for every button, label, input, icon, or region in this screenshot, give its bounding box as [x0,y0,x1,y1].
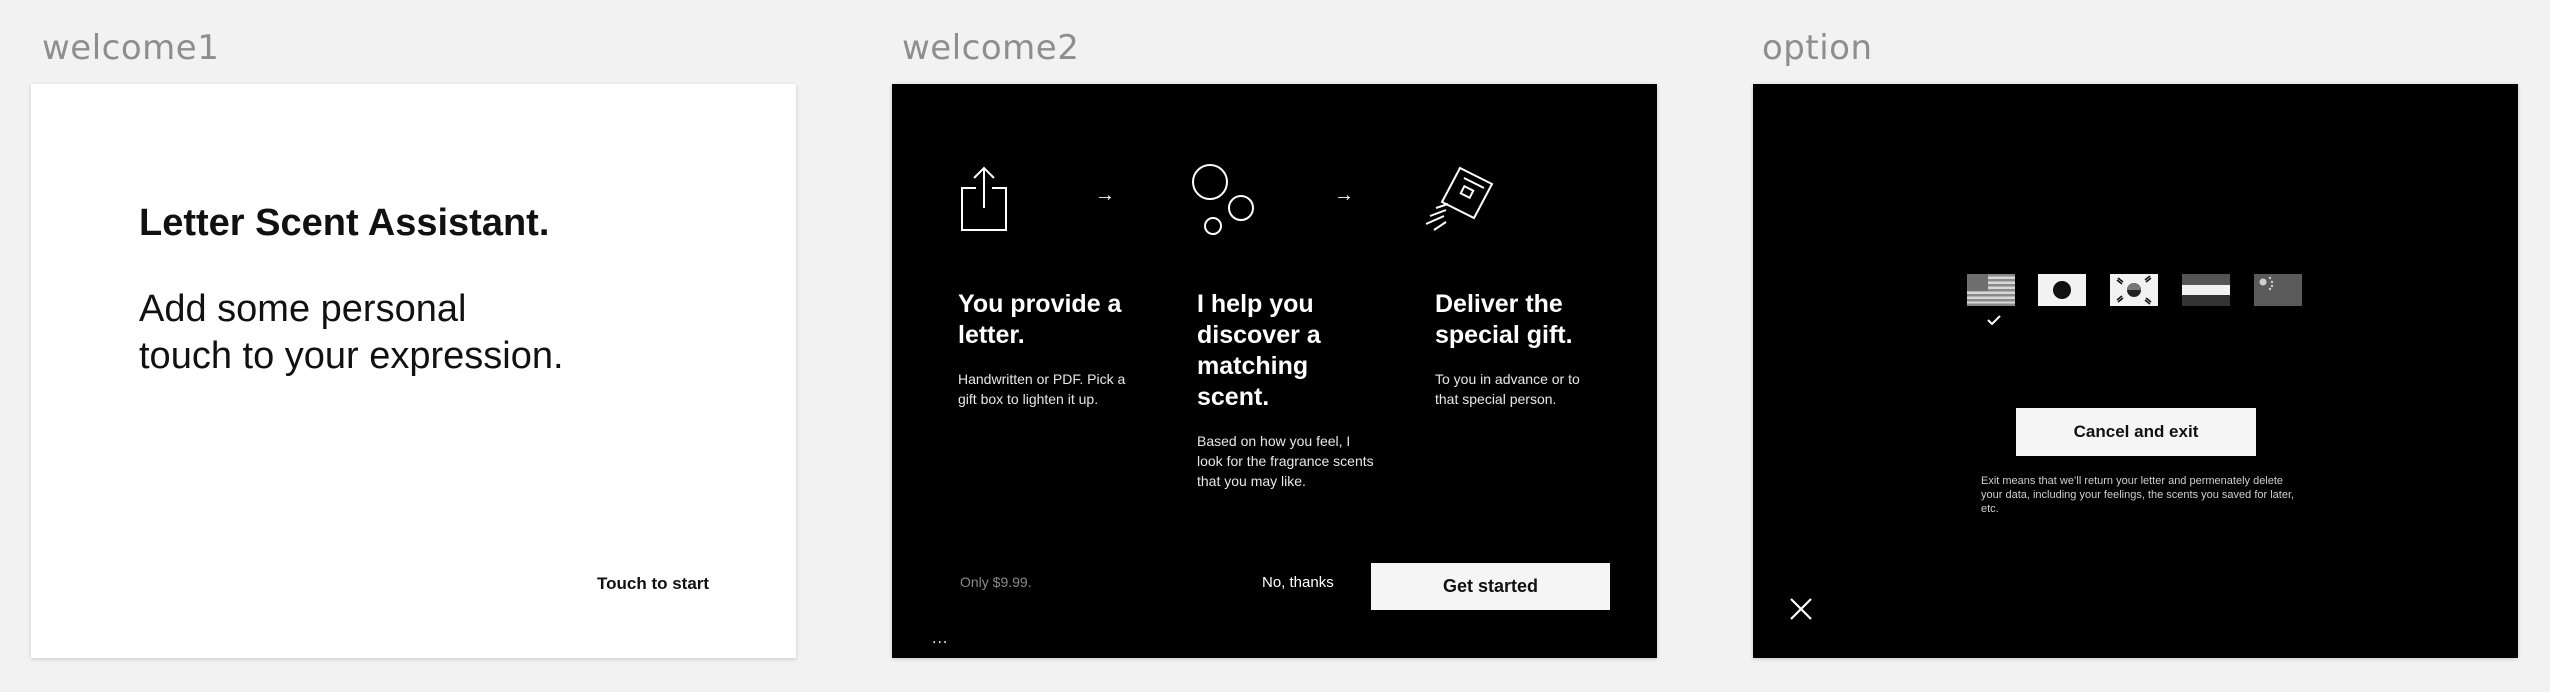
step-heading: I help you discover a matching scent. [1197,290,1321,411]
app-title: Letter Scent Assistant. [139,202,550,244]
close-icon[interactable] [1788,596,1814,622]
touch-to-start-link[interactable]: Touch to start [597,574,709,594]
step-description: Based on how you feel, I look for the fr… [1197,433,1374,489]
striped-flag-icon[interactable] [2182,274,2230,306]
tagline: Add some personal touch to your expressi… [139,286,699,380]
artboard-label-welcome2: welcome2 [902,28,1080,68]
more-dots-icon[interactable]: ... [932,630,948,648]
cancel-and-exit-button[interactable]: Cancel and exit [2016,408,2256,456]
get-started-button[interactable]: Get started [1371,563,1610,610]
price-text: Only $9.99. [960,574,1032,590]
step-heading: Deliver the special gift. [1435,290,1573,349]
welcome1-screen[interactable]: Letter Scent Assistant. Add some persona… [31,84,796,658]
bubbles-icon [1192,164,1254,235]
korea-flag-icon[interactable] [2110,274,2158,306]
step-provide-letter: You provide a letter. Handwritten or PDF… [958,289,1158,409]
china-flag-icon[interactable] [2254,274,2302,306]
checkmark-icon [1987,315,2001,326]
artboard-label-welcome1: welcome1 [42,28,220,68]
us-flag-icon[interactable] [1967,274,2015,306]
artboard-label-option: option [1762,28,1873,68]
step-heading: You provide a letter. [958,290,1122,349]
step-discover-scent: I help you discover a matching scent. Ba… [1197,289,1397,491]
welcome2-screen: → → You provide a letter. Handwritten or… [892,84,1657,658]
step-description: Handwritten or PDF. Pick a gift box to l… [958,371,1126,407]
japan-flag-icon[interactable] [2038,274,2086,306]
tagline-line-2: touch to your expression. [139,335,564,377]
tagline-line-1: Add some personal [139,288,467,330]
arrow-right-icon: → [1334,184,1354,206]
delivery-card-icon [1425,166,1494,231]
arrow-right-icon: → [1095,184,1115,206]
share-upload-icon [961,166,1007,231]
step-description: To you in advance or to that special per… [1435,371,1580,407]
no-thanks-link[interactable]: No, thanks [1262,574,1334,591]
option-screen: Cancel and exit Exit means that we’ll re… [1753,84,2518,658]
exit-explanation-text: Exit means that we’ll return your letter… [1981,475,2295,515]
step-deliver-gift: Deliver the special gift. To you in adva… [1435,289,1635,409]
